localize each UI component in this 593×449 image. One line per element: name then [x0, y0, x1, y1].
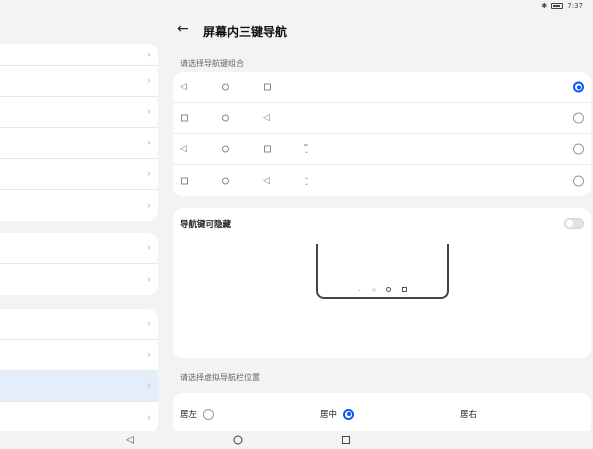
battery-icon	[551, 3, 564, 9]
list-item[interactable]: ›	[0, 128, 158, 159]
position-center-option[interactable]: 居中	[320, 408, 355, 420]
list-item[interactable]: ›	[0, 44, 158, 66]
triangle-back-icon: ◁	[180, 144, 187, 154]
circle-home-icon	[222, 177, 229, 184]
position-left-option[interactable]: 居左	[180, 408, 215, 420]
nav-combo-option-3[interactable]: ◁ ═ ⌄	[173, 134, 591, 165]
position-right-option[interactable]: 居右	[460, 408, 477, 420]
nav-combo-option-2[interactable]: ◁	[173, 103, 591, 134]
position-right-label: 居右	[460, 410, 478, 420]
detail-pane: ← 屏幕内三键导航 请选择导航键组合 ◁ ◁ ◁ ═ ⌄ ◁ ⌄ ⌄ 导航键可隐…	[165, 14, 593, 431]
circle-home-icon	[222, 145, 229, 153]
triangle-back-icon: ◁	[372, 287, 376, 292]
square-recent-icon	[181, 177, 188, 184]
radio-selected[interactable]	[343, 408, 355, 420]
hide-nav-label: 导航键可隐藏	[180, 220, 232, 230]
square-recent-icon	[264, 83, 271, 91]
triangle-back-icon[interactable]: ◁	[126, 435, 134, 446]
hide-nav-toggle[interactable]	[564, 218, 584, 229]
chevron-right-icon: ›	[147, 318, 151, 330]
arrow-left-icon[interactable]: ←	[177, 22, 189, 36]
chevron-right-icon: ›	[147, 380, 151, 392]
square-recent-icon	[181, 114, 188, 122]
nav-combo-card: ◁ ◁ ◁ ═ ⌄ ◁ ⌄ ⌄	[173, 72, 591, 196]
square-recent-icon	[402, 287, 408, 292]
page-title: 屏幕内三键导航	[203, 25, 288, 39]
preview-nav-icons: ⌄ ◁	[318, 287, 447, 292]
chevron-right-icon: ›	[147, 75, 151, 87]
settings-list: › › › › › › › › › › › ›	[0, 0, 160, 431]
list-item[interactable]: ›	[0, 264, 158, 295]
square-recent-icon[interactable]	[342, 436, 350, 444]
radio-unselected[interactable]	[573, 112, 584, 124]
page-header: ← 屏幕内三键导航	[165, 14, 593, 46]
radio-unselected[interactable]	[573, 143, 584, 155]
status-icons: ✱ 7:37	[541, 2, 583, 10]
status-time: 7:37	[567, 2, 583, 10]
system-nav-bar: ◁	[0, 431, 593, 449]
triangle-back-icon: ◁	[263, 113, 270, 123]
combo-section-label: 请选择导航键组合	[180, 59, 244, 68]
chevron-right-icon: ›	[147, 242, 151, 254]
settings-group-1: › › › › › ›	[0, 44, 158, 221]
triangle-back-icon: ◁	[180, 82, 187, 92]
settings-group-2: › ›	[0, 233, 158, 295]
nav-combo-option-4[interactable]: ◁ ⌄ ⌄	[173, 165, 591, 196]
list-item[interactable]: ›	[0, 340, 158, 371]
nav-combo-option-1[interactable]: ◁	[173, 72, 591, 103]
radio-selected[interactable]	[573, 81, 584, 93]
circle-home-icon	[222, 83, 229, 91]
list-item[interactable]: ›	[0, 309, 158, 340]
hide-nav-card: 导航键可隐藏 ⌄ ◁	[173, 208, 591, 358]
position-section-label: 请选择虚拟导航栏位置	[180, 373, 260, 382]
triangle-back-icon: ◁	[263, 175, 270, 186]
circle-home-icon	[386, 287, 392, 292]
position-center-label: 居中	[320, 410, 338, 420]
hide-nav-icon: ⌄	[357, 287, 362, 292]
chevron-right-icon: ›	[147, 412, 151, 423]
square-recent-icon	[264, 145, 271, 153]
list-item[interactable]: ›	[0, 66, 158, 97]
chevron-right-icon: ›	[147, 106, 151, 118]
position-left-label: 居左	[180, 410, 198, 420]
position-card: 居左 居中 居右	[173, 393, 591, 431]
list-item[interactable]: ›	[0, 402, 158, 431]
circle-home-icon	[222, 114, 229, 122]
circle-home-icon[interactable]	[233, 435, 243, 445]
chevron-right-icon: ›	[147, 200, 151, 211]
chevron-right-icon: ›	[147, 274, 151, 285]
bluetooth-icon: ✱	[541, 2, 548, 10]
phone-preview-illustration: ⌄ ◁	[316, 244, 449, 299]
list-item-selected[interactable]: ›	[0, 371, 158, 402]
chevron-right-icon: ›	[147, 168, 151, 180]
chevron-right-icon: ›	[147, 349, 151, 361]
hide-nav-icon: ⌄ ⌄	[304, 173, 310, 187]
list-item[interactable]: ›	[0, 159, 158, 190]
list-item[interactable]: ›	[0, 190, 158, 221]
hide-nav-icon: ═ ⌄	[304, 142, 310, 155]
radio-unselected[interactable]	[573, 175, 584, 186]
radio-unselected[interactable]	[203, 408, 215, 420]
list-item[interactable]: ›	[0, 97, 158, 128]
settings-group-3: › › › ›	[0, 309, 158, 431]
chevron-right-icon: ›	[147, 49, 151, 60]
chevron-right-icon: ›	[147, 137, 151, 149]
list-item[interactable]: ›	[0, 233, 158, 264]
